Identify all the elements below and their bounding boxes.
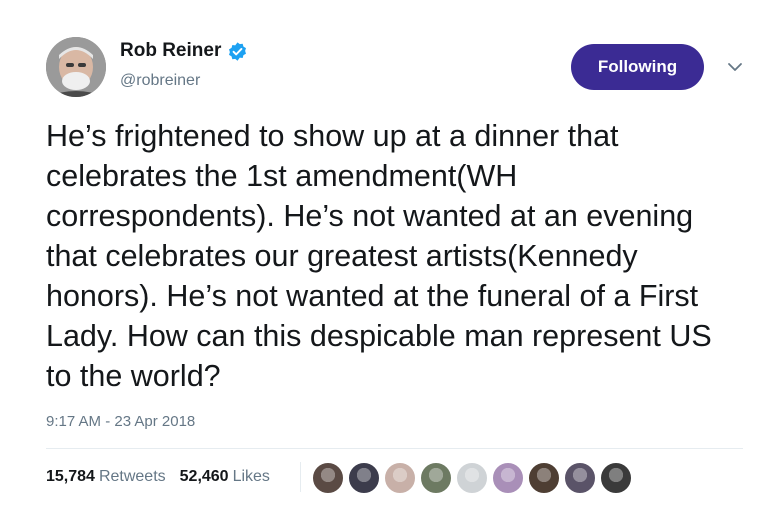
- retweets-count: 15,784: [46, 468, 95, 485]
- liker-avatar[interactable]: [456, 462, 488, 494]
- following-button[interactable]: Following: [571, 44, 704, 90]
- liker-avatar[interactable]: [420, 462, 452, 494]
- verified-badge-icon: [229, 41, 247, 61]
- author-handle[interactable]: @robreiner: [120, 72, 200, 90]
- author-name-row: Rob Reiner: [120, 40, 248, 62]
- stats-separator: [300, 462, 301, 492]
- avatar[interactable]: [46, 37, 106, 97]
- liker-avatar[interactable]: [384, 462, 416, 494]
- retweets-stat[interactable]: 15,784 Retweets: [46, 468, 166, 486]
- avatar-photo: [46, 37, 106, 97]
- likes-label: Likes: [232, 468, 270, 485]
- author-display-name[interactable]: Rob Reiner: [120, 40, 221, 62]
- retweets-label: Retweets: [98, 468, 166, 485]
- liker-avatar[interactable]: [348, 462, 380, 494]
- liker-avatar[interactable]: [600, 462, 632, 494]
- liker-avatar[interactable]: [564, 462, 596, 494]
- tweet-timestamp[interactable]: 9:17 AM - 23 Apr 2018: [46, 413, 195, 430]
- chevron-down-icon[interactable]: [726, 58, 744, 76]
- likes-count: 52,460: [179, 468, 229, 485]
- liker-avatars: [312, 462, 636, 494]
- divider: [46, 448, 743, 449]
- liker-avatar[interactable]: [312, 462, 344, 494]
- tweet-stats: 15,784 Retweets 52,460 Likes: [46, 468, 284, 486]
- likes-stat[interactable]: 52,460 Likes: [180, 468, 270, 486]
- liker-avatar[interactable]: [528, 462, 560, 494]
- liker-avatar[interactable]: [492, 462, 524, 494]
- tweet-text: He’s frightened to show up at a dinner t…: [46, 119, 712, 393]
